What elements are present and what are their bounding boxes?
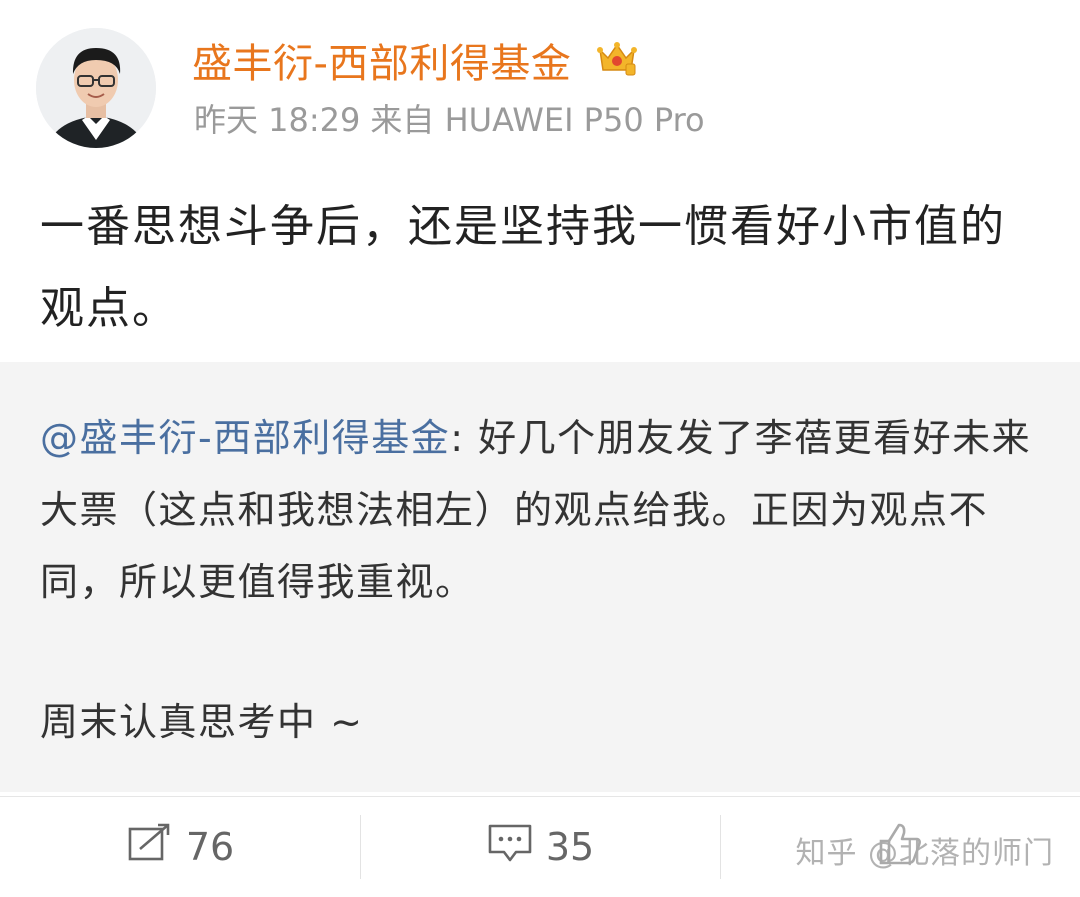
- comment-icon: [486, 822, 534, 873]
- author-name[interactable]: 盛丰衍-西部利得基金: [192, 41, 571, 87]
- repost-extra-text: 周末认真思考中 ~: [40, 700, 364, 744]
- crown-icon[interactable]: [596, 35, 637, 91]
- repost-count: 76: [185, 825, 235, 869]
- comment-count: 35: [545, 825, 595, 869]
- post-time: 昨天 18:29: [194, 101, 361, 139]
- repost-block[interactable]: @盛丰衍-西部利得基金: 好几个朋友发了李蓓更看好未来大票（这点和我想法相左）的…: [0, 362, 1080, 792]
- post-source: 来自 HUAWEI P50 Pro: [370, 101, 705, 139]
- avatar-image: [36, 28, 156, 148]
- post-text: 一番思想斗争后，还是坚持我一惯看好小市值的观点。: [40, 201, 1006, 334]
- share-icon: [126, 823, 174, 872]
- post-meta: 昨天 18:29 来自 HUAWEI P50 Pro: [194, 98, 715, 142]
- repost-button[interactable]: 76: [0, 797, 360, 897]
- avatar[interactable]: [36, 28, 156, 148]
- comment-button[interactable]: 35: [360, 797, 720, 897]
- repost-text-block: @盛丰衍-西部利得基金: 好几个朋友发了李蓓更看好未来大票（这点和我想法相左）的…: [40, 402, 1040, 618]
- author-name-row: 盛丰衍-西部利得基金: [192, 36, 637, 92]
- weibo-post: 盛丰衍-西部利得基金 昨天 18:29 来自 HUAWEI P50 Pro 一番思…: [0, 0, 1080, 897]
- repost-mention[interactable]: @盛丰衍-西部利得基金: [40, 416, 450, 460]
- watermark: 知乎 @北落的师门: [795, 836, 1054, 871]
